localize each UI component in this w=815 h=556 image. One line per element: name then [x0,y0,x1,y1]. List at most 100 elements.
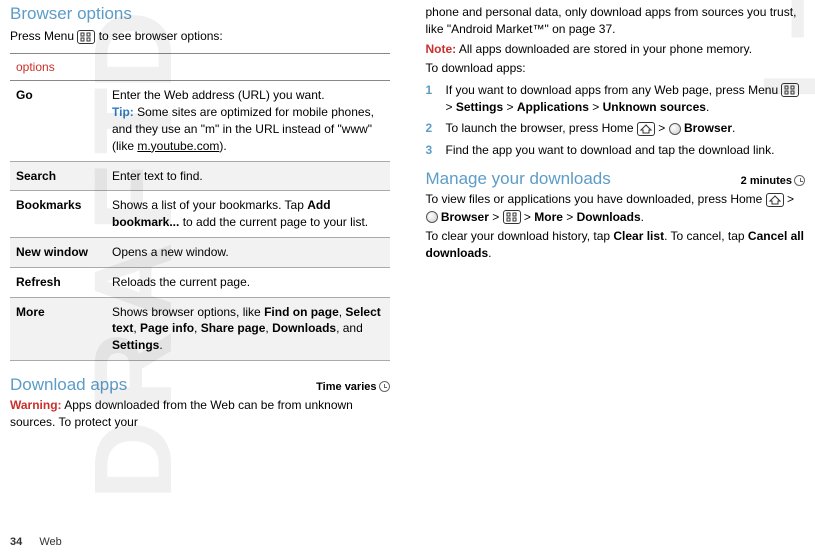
table-row: Go Enter the Web address (URL) you want.… [10,81,390,161]
path-segment: Browser [684,121,732,135]
time-estimate: 2 minutes [741,173,805,187]
browser-options-intro: Press Menu to see browser options: [10,28,390,45]
text: To clear your download history, tap [426,229,614,243]
section-download-apps-title: Download apps [10,375,127,395]
menu-icon [781,83,799,97]
option-key: Bookmarks [10,191,106,238]
text: > [521,210,535,224]
steps-intro: To download apps: [426,60,806,77]
option-desc: Enter the Web address (URL) you want. Ti… [106,81,390,161]
home-icon [766,193,784,207]
clock-icon [794,175,805,186]
text: , [133,321,140,335]
text: Press Menu [10,29,77,43]
text: > [446,100,456,114]
text: If you want to download apps from any We… [446,83,782,97]
option-key: New window [10,237,106,267]
path-segment: Downloads [577,210,641,224]
step-body: To launch the browser, press Home > Brow… [446,120,736,137]
text: > [489,210,503,224]
text: . [488,246,491,260]
example-url: m.youtube.com [137,139,219,153]
tip-label: Tip: [112,105,134,119]
section-manage-downloads-title: Manage your downloads [426,169,611,189]
options-table-header: options [10,54,390,81]
step-number: 2 [426,120,438,137]
option-key: Refresh [10,267,106,297]
more-option: Page info [140,321,194,335]
text: > [784,192,794,206]
option-desc: Reloads the current page. [106,267,390,297]
text: To view files or applications you have d… [426,192,766,206]
time-label: 2 minutes [741,175,792,187]
more-option: Downloads [272,321,336,335]
two-column-layout: Browser options Press Menu to see browse… [0,0,815,434]
menu-icon [503,210,521,224]
text: Apps downloaded from the Web can be from… [10,398,353,429]
text: > [589,100,603,114]
option-key: More [10,297,106,360]
clear-history-paragraph: To clear your download history, tap Clea… [426,228,806,263]
text: . [706,100,709,114]
text: > [655,121,669,135]
option-desc: Enter text to find. [106,161,390,191]
left-column: Browser options Press Menu to see browse… [10,4,390,434]
text: to see browser options: [99,29,223,43]
time-label: Time varies [316,381,376,393]
clock-icon [379,381,390,392]
text: . [159,338,162,352]
table-row: Refresh Reloads the current page. [10,267,390,297]
page-number: 34 [10,536,22,548]
browser-globe-icon [426,211,438,223]
warning-label: Warning: [10,398,62,412]
option-key: Search [10,161,106,191]
list-item: 2 To launch the browser, press Home > Br… [426,120,806,137]
path-segment: Browser [441,210,489,224]
options-table: options Go Enter the Web address (URL) y… [10,53,390,361]
browser-globe-icon [669,123,681,135]
text: > [503,100,517,114]
manage-downloads-paragraph: To view files or applications you have d… [426,191,806,226]
right-column: phone and personal data, only download a… [426,4,806,434]
more-option: Find on page [264,305,339,319]
text: , [194,321,201,335]
text: All apps downloaded are stored in your p… [456,42,752,56]
footer-section: Web [39,536,61,548]
step-body: If you want to download apps from any We… [446,82,806,117]
home-icon [637,122,655,136]
menu-icon [77,30,95,44]
path-segment: Settings [456,100,503,114]
table-row: More Shows browser options, like Find on… [10,297,390,360]
table-row: Bookmarks Shows a list of your bookmarks… [10,191,390,238]
path-segment: More [534,210,563,224]
option-desc: Shows browser options, like Find on page… [106,297,390,360]
list-item: 3 Find the app you want to download and … [426,142,806,159]
path-segment: Applications [517,100,589,114]
more-option: Settings [112,338,159,352]
section-browser-options-title: Browser options [10,4,390,24]
text: to add the current page to your list. [179,215,368,229]
note-paragraph: Note: All apps downloaded are stored in … [426,41,806,58]
download-steps-list: 1 If you want to download apps from any … [426,82,806,160]
step-body: Find the app you want to download and ta… [446,142,775,159]
text: . To cancel, tap [664,229,748,243]
step-number: 1 [426,82,438,117]
text: . [641,210,644,224]
table-row: New window Opens a new window. [10,237,390,267]
text: . [732,121,735,135]
text: To launch the browser, press Home [446,121,637,135]
warning-continued: phone and personal data, only download a… [426,4,806,39]
download-warning: Warning: Apps downloaded from the Web ca… [10,397,390,432]
option-key: Go [10,81,106,161]
option-desc: Shows a list of your bookmarks. Tap Add … [106,191,390,238]
text: ). [219,139,226,153]
page-footer: 34 Web [10,536,62,548]
list-item: 1 If you want to download apps from any … [426,82,806,117]
text: , and [336,321,363,335]
text: Shows a list of your bookmarks. Tap [112,198,307,212]
step-number: 3 [426,142,438,159]
text: > [563,210,577,224]
more-option: Share page [201,321,266,335]
time-estimate: Time varies [316,379,389,393]
table-row: Search Enter text to find. [10,161,390,191]
